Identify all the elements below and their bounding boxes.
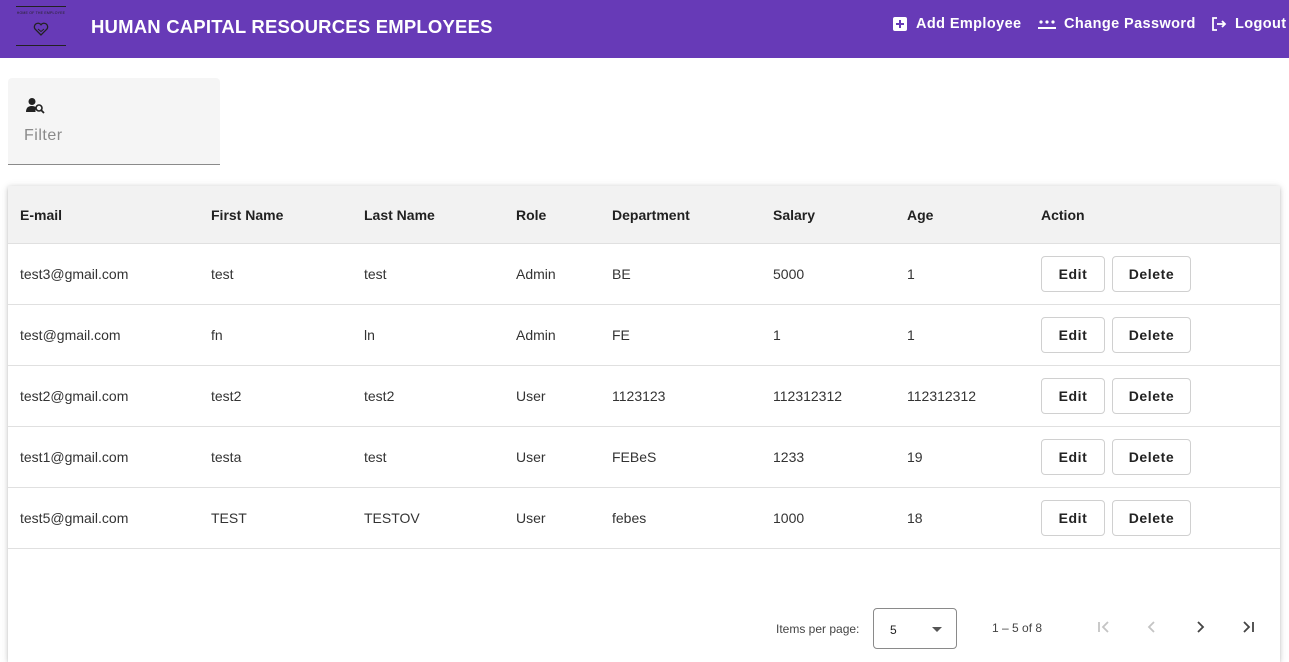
delete-button[interactable]: Delete (1112, 439, 1191, 475)
cell-email: test5@gmail.com (20, 510, 129, 526)
cell-age: 1 (907, 327, 915, 343)
cell-age: 18 (907, 510, 923, 526)
cell-last-name: TESTOV (364, 510, 420, 526)
cell-department: FE (612, 327, 630, 343)
cell-first-name: testa (211, 449, 242, 465)
app-logo[interactable]: HOME OF THE EMPLOYEE (16, 6, 66, 46)
delete-button[interactable]: Delete (1112, 256, 1191, 292)
first-page-button[interactable] (1092, 615, 1116, 639)
cell-first-name: test (211, 266, 234, 282)
cell-role: User (516, 449, 546, 465)
table-row: test@gmail.com fn ln Admin FE 1 1 Edit D… (8, 305, 1280, 366)
next-page-button[interactable] (1188, 615, 1212, 639)
cell-email: test3@gmail.com (20, 266, 129, 282)
column-header-department[interactable]: Department (612, 207, 690, 223)
cell-salary: 1233 (773, 449, 805, 465)
last-page-icon (1243, 621, 1254, 633)
edit-button[interactable]: Edit (1041, 378, 1105, 414)
logout-label: Logout (1235, 16, 1287, 32)
cell-department: BE (612, 266, 631, 282)
cell-role: User (516, 388, 546, 404)
dropdown-arrow-icon (932, 627, 942, 632)
edit-button[interactable]: Edit (1041, 500, 1105, 536)
cell-salary: 112312312 (773, 388, 843, 404)
page-range-label: 1 – 5 of 8 (992, 621, 1043, 635)
logo-text: HOME OF THE EMPLOYEE (16, 11, 66, 15)
cell-role: User (516, 510, 546, 526)
add-box-icon (893, 17, 907, 31)
app-title: HUMAN CAPITAL RESOURCES EMPLOYEES (91, 16, 493, 37)
cell-age: 112312312 (907, 388, 977, 404)
column-header-first-name[interactable]: First Name (211, 207, 283, 223)
cell-last-name: test (364, 449, 387, 465)
cell-email: test1@gmail.com (20, 449, 129, 465)
cell-age: 1 (907, 266, 915, 282)
cell-salary: 1 (773, 327, 781, 343)
logout-icon (1212, 17, 1227, 31)
cell-age: 19 (907, 449, 923, 465)
logout-button[interactable]: Logout (1211, 16, 1287, 32)
chevron-right-icon (1197, 621, 1205, 633)
cell-department: febes (612, 510, 647, 526)
delete-button[interactable]: Delete (1112, 317, 1191, 353)
edit-button[interactable]: Edit (1041, 256, 1105, 292)
add-employee-label: Add Employee (916, 16, 1022, 32)
cell-first-name: test2 (211, 388, 242, 404)
change-password-button[interactable]: Change Password (1038, 16, 1196, 32)
last-page-button[interactable] (1236, 615, 1260, 639)
add-employee-button[interactable]: Add Employee (892, 16, 1022, 32)
edit-button[interactable]: Edit (1041, 439, 1105, 475)
table-row: test1@gmail.com testa test User FEBeS 12… (8, 427, 1280, 488)
chevron-left-icon (1147, 621, 1155, 633)
table-header-row: E-mail First Name Last Name Role Departm… (8, 186, 1280, 244)
cell-role: Admin (516, 266, 556, 282)
cell-first-name: fn (211, 327, 223, 343)
cell-first-name: TEST (211, 510, 247, 526)
table-row: test5@gmail.com TEST TESTOV User febes 1… (8, 488, 1280, 549)
items-per-page-label: Items per page: (776, 622, 860, 636)
column-header-salary[interactable]: Salary (773, 207, 815, 223)
cell-email: test2@gmail.com (20, 388, 129, 404)
cell-salary: 1000 (773, 510, 805, 526)
cell-last-name: test (364, 266, 387, 282)
delete-button[interactable]: Delete (1112, 378, 1191, 414)
previous-page-button[interactable] (1140, 615, 1164, 639)
filter-field[interactable] (8, 78, 220, 165)
delete-button[interactable]: Delete (1112, 500, 1191, 536)
column-header-email[interactable]: E-mail (20, 207, 62, 223)
heart-hands-icon (33, 22, 49, 36)
table-row: test3@gmail.com test test Admin BE 5000 … (8, 244, 1280, 305)
cell-email: test@gmail.com (20, 327, 121, 343)
cell-role: Admin (516, 327, 556, 343)
cell-salary: 5000 (773, 266, 805, 282)
cell-department: FEBeS (612, 449, 657, 465)
password-icon (1038, 20, 1056, 29)
column-header-role[interactable]: Role (516, 207, 546, 223)
filter-input[interactable] (24, 126, 204, 146)
column-header-action: Action (1041, 207, 1085, 223)
column-header-age[interactable]: Age (907, 207, 933, 223)
column-header-last-name[interactable]: Last Name (364, 207, 435, 223)
person-search-icon (26, 98, 45, 114)
cell-last-name: test2 (364, 388, 395, 404)
edit-button[interactable]: Edit (1041, 317, 1105, 353)
first-page-icon (1098, 621, 1109, 633)
page-size-value: 5 (890, 623, 897, 637)
change-password-label: Change Password (1064, 16, 1196, 32)
table-row: test2@gmail.com test2 test2 User 1123123… (8, 366, 1280, 427)
cell-department: 1123123 (612, 388, 666, 404)
cell-last-name: ln (364, 327, 375, 343)
employees-table: E-mail First Name Last Name Role Departm… (8, 186, 1280, 662)
page-size-select[interactable]: 5 (873, 608, 957, 649)
top-toolbar: HOME OF THE EMPLOYEE HUMAN CAPITAL RESOU… (0, 0, 1289, 58)
